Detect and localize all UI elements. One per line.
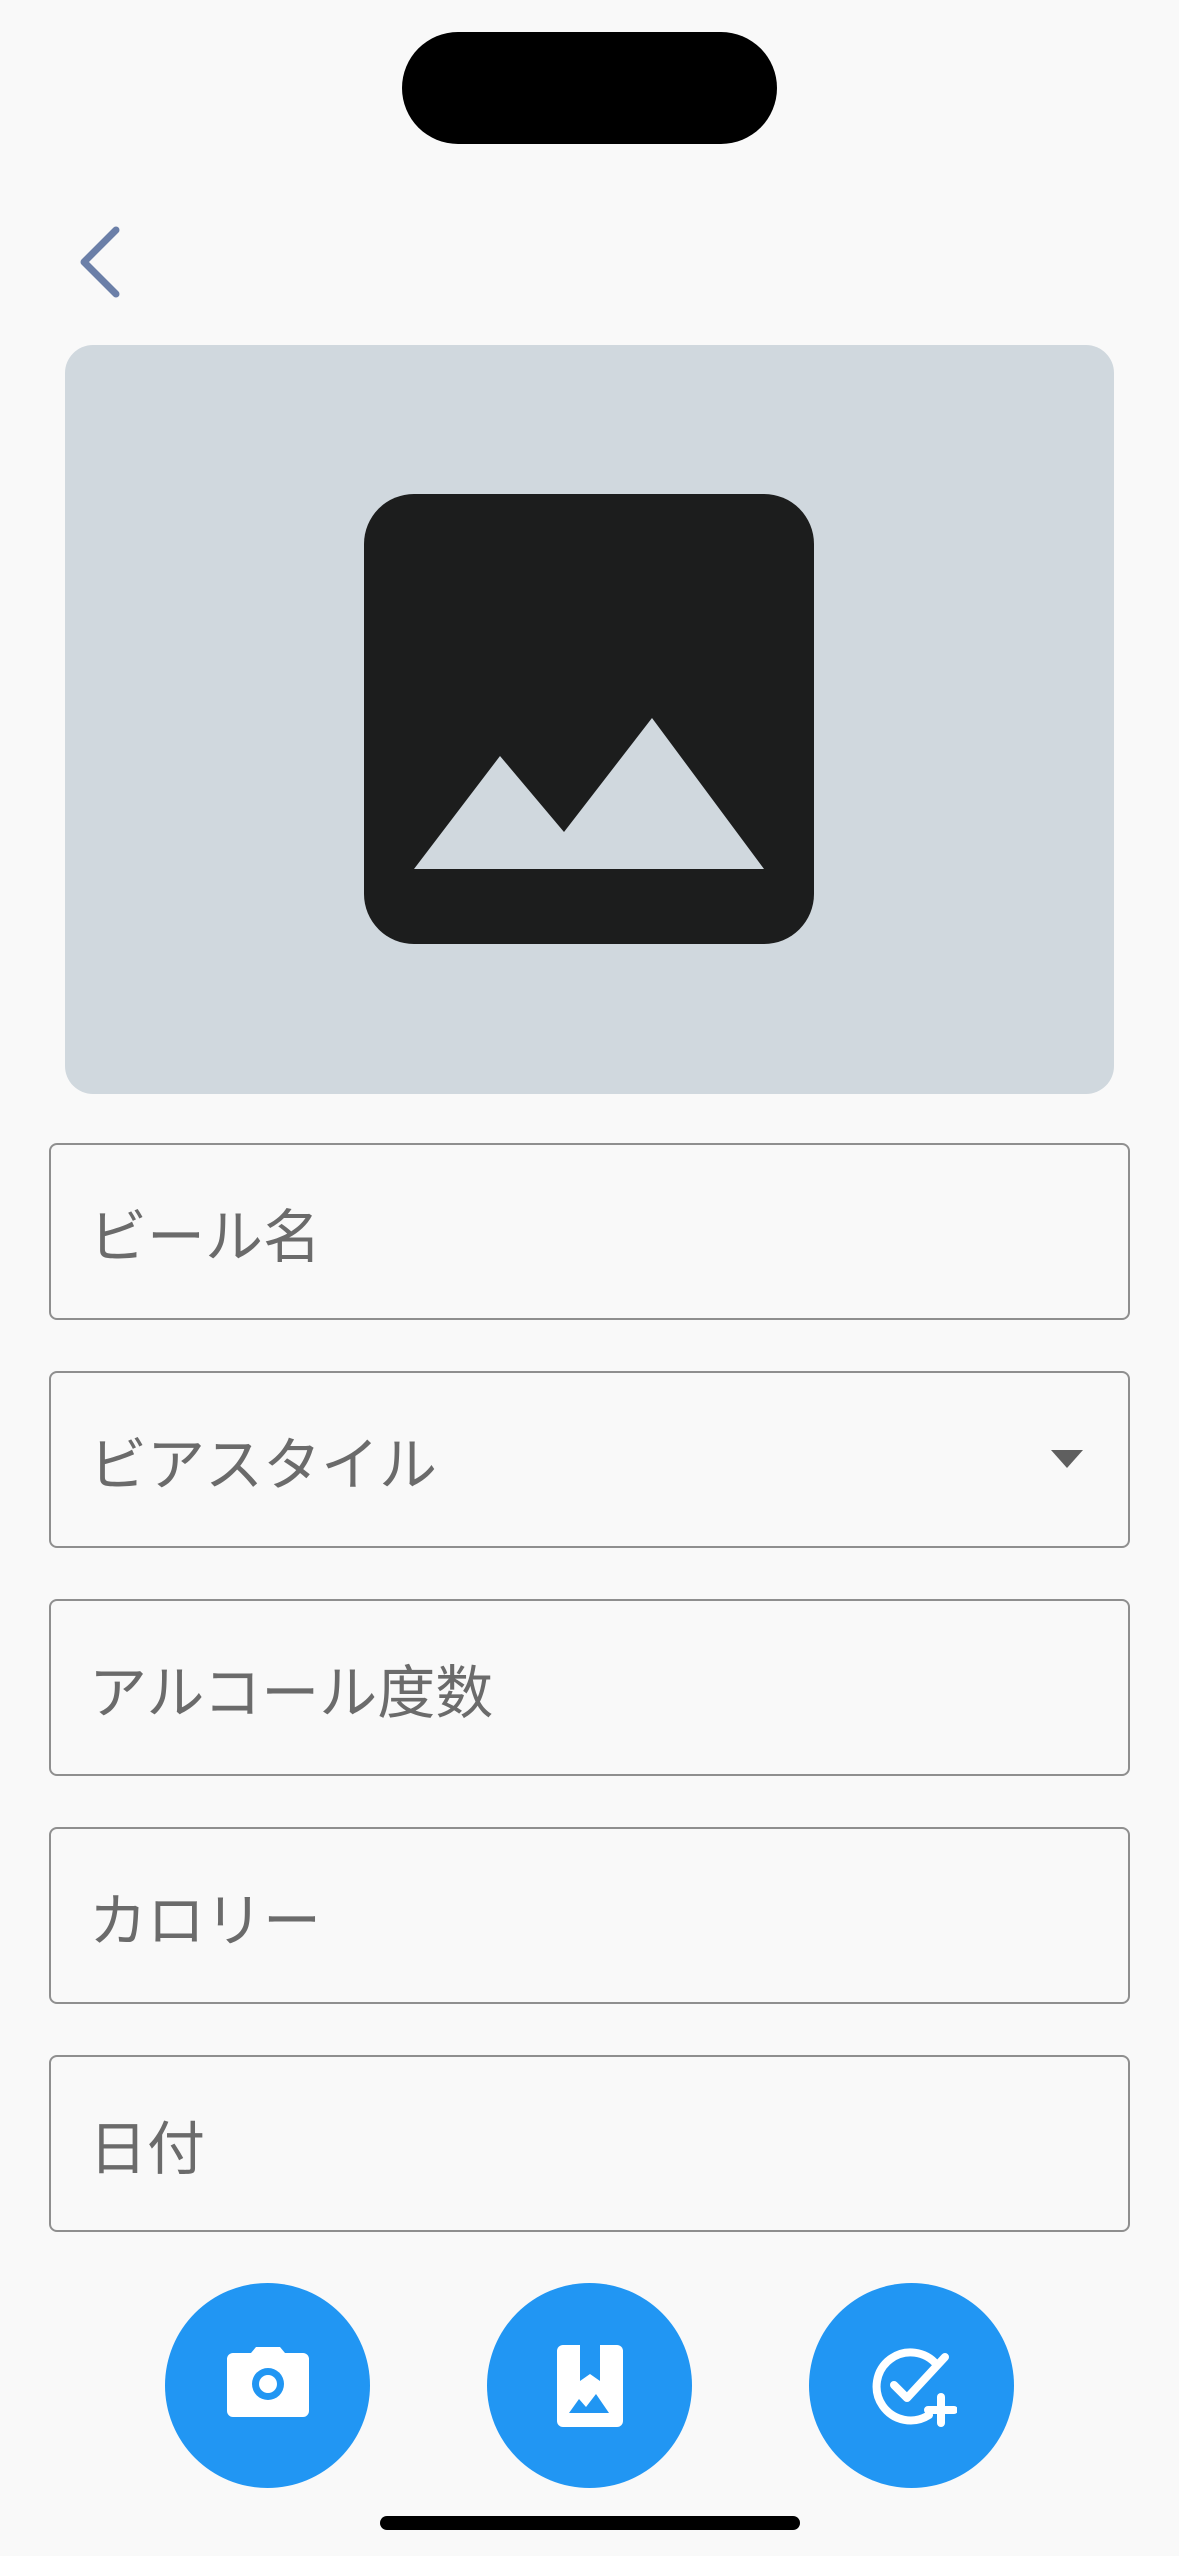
camera-icon [226,2346,309,2417]
photo-album-icon [556,2344,623,2427]
beer-name-field[interactable]: ビール名 [49,1143,1130,1320]
add-task-icon [872,2347,957,2427]
camera-button[interactable] [165,2283,370,2488]
dynamic-island [402,32,777,144]
image-placeholder-icon [364,494,814,944]
home-indicator [380,2516,800,2530]
calories-label: カロリー [89,1886,322,1955]
abv-label: アルコール度数 [89,1658,494,1727]
date-label: 日付 [89,2114,206,2183]
chevron-left-icon [80,226,120,298]
date-field[interactable]: 日付 [49,2055,1130,2232]
save-button[interactable] [809,2283,1014,2488]
gallery-button[interactable] [487,2283,692,2488]
back-button[interactable] [70,222,134,302]
beer-style-select[interactable]: ビアスタイル [49,1371,1130,1548]
calories-field[interactable]: カロリー [49,1827,1130,2004]
arrow-drop-down-icon [1051,1449,1083,1468]
abv-field[interactable]: アルコール度数 [49,1599,1130,1776]
beer-style-label: ビアスタイル [89,1430,438,1499]
beer-name-label: ビール名 [89,1202,322,1271]
